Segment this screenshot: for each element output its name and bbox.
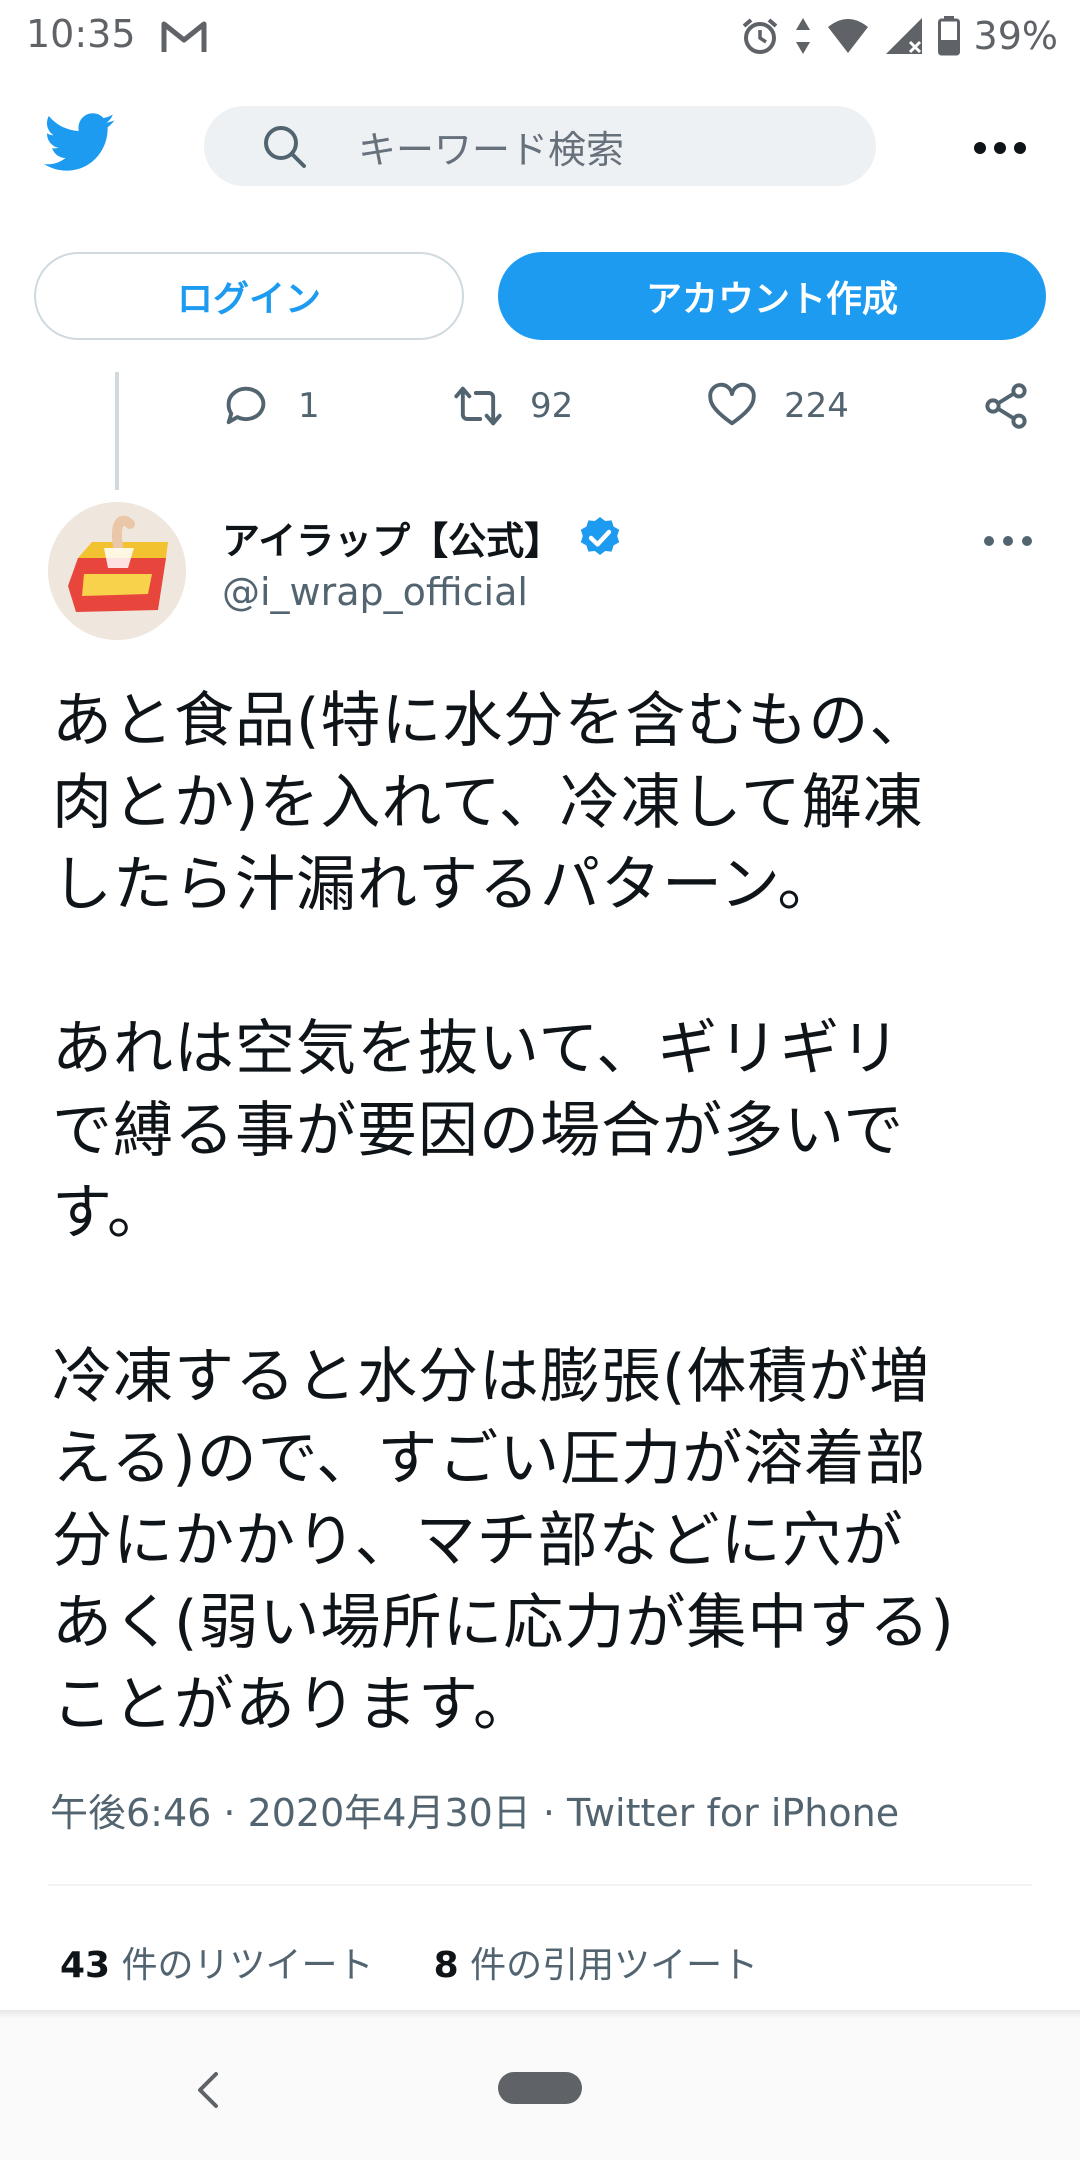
header: キーワード検索 [0,72,1080,218]
tweet-timestamp[interactable]: 午後6:46 · 2020年4月30日 · Twitter for iPhone [50,1782,899,1837]
retweets-stat[interactable]: 43 件のリツイート [60,1936,374,1988]
retweet-count: 92 [530,386,574,426]
retweet-icon [454,386,502,426]
battery-level: 39% [973,14,1058,58]
author-name: アイラップ【公式】 [222,519,563,563]
more-horizontal-icon[interactable] [970,136,1030,160]
tweet-stats: 43 件のリツイート 8 件の引用ツイート [60,1936,758,1988]
author-handle[interactable]: @i_wrap_official [222,570,528,614]
tweet-more-icon[interactable] [978,530,1038,554]
quotes-number: 8 [433,1945,459,1986]
gmail-icon [161,21,207,52]
like-button[interactable]: 224 [706,380,849,432]
search-placeholder: キーワード検索 [358,127,625,172]
reply-button[interactable]: 1 [220,380,320,432]
data-arrows-icon [795,18,810,54]
quotes-label: 件の引用ツイート [458,1945,759,1986]
alarm-icon [742,18,777,54]
wifi-icon [827,19,868,53]
avatar[interactable] [48,502,186,640]
author-name-row[interactable]: アイラップ【公式】 [222,510,624,565]
twitter-bird-icon[interactable] [44,112,116,174]
home-pill[interactable] [498,2072,582,2104]
avatar-image [48,502,186,640]
share-icon [985,383,1027,429]
status-icons: 39% [740,14,1058,58]
heart-icon [708,382,756,426]
divider [48,1884,1032,1886]
status-time: 10:35 [26,12,136,56]
tweet-text: あと食品(特に水分を含むもの、 肉とか)を入れて、冷凍して解凍 したら汁漏れする… [52,686,955,1740]
verified-badge-icon [580,516,620,555]
search-icon [264,126,306,168]
reply-count: 1 [298,386,320,426]
retweets-number: 43 [60,1945,111,1986]
quotes-stat[interactable]: 8 件の引用ツイート [434,1936,759,1988]
signal-icon [885,18,922,54]
reply-icon [226,386,266,425]
search-bar[interactable]: キーワード検索 [204,106,876,186]
login-button[interactable]: ログイン [34,252,464,340]
create-account-button[interactable]: アカウント作成 [498,252,1046,340]
tweet-action-bar: 1 92 224 [0,380,1080,440]
retweets-label: 件のリツイート [110,1945,374,1986]
like-count: 224 [784,386,849,426]
system-nav-bar [0,2018,1080,2160]
back-icon[interactable] [190,2068,226,2112]
retweet-button[interactable]: 92 [452,380,573,432]
share-button[interactable] [980,380,1032,432]
status-bar: 10:35 39% [0,0,1080,72]
battery-icon [937,16,960,56]
nav-shadow [0,2010,1080,2018]
